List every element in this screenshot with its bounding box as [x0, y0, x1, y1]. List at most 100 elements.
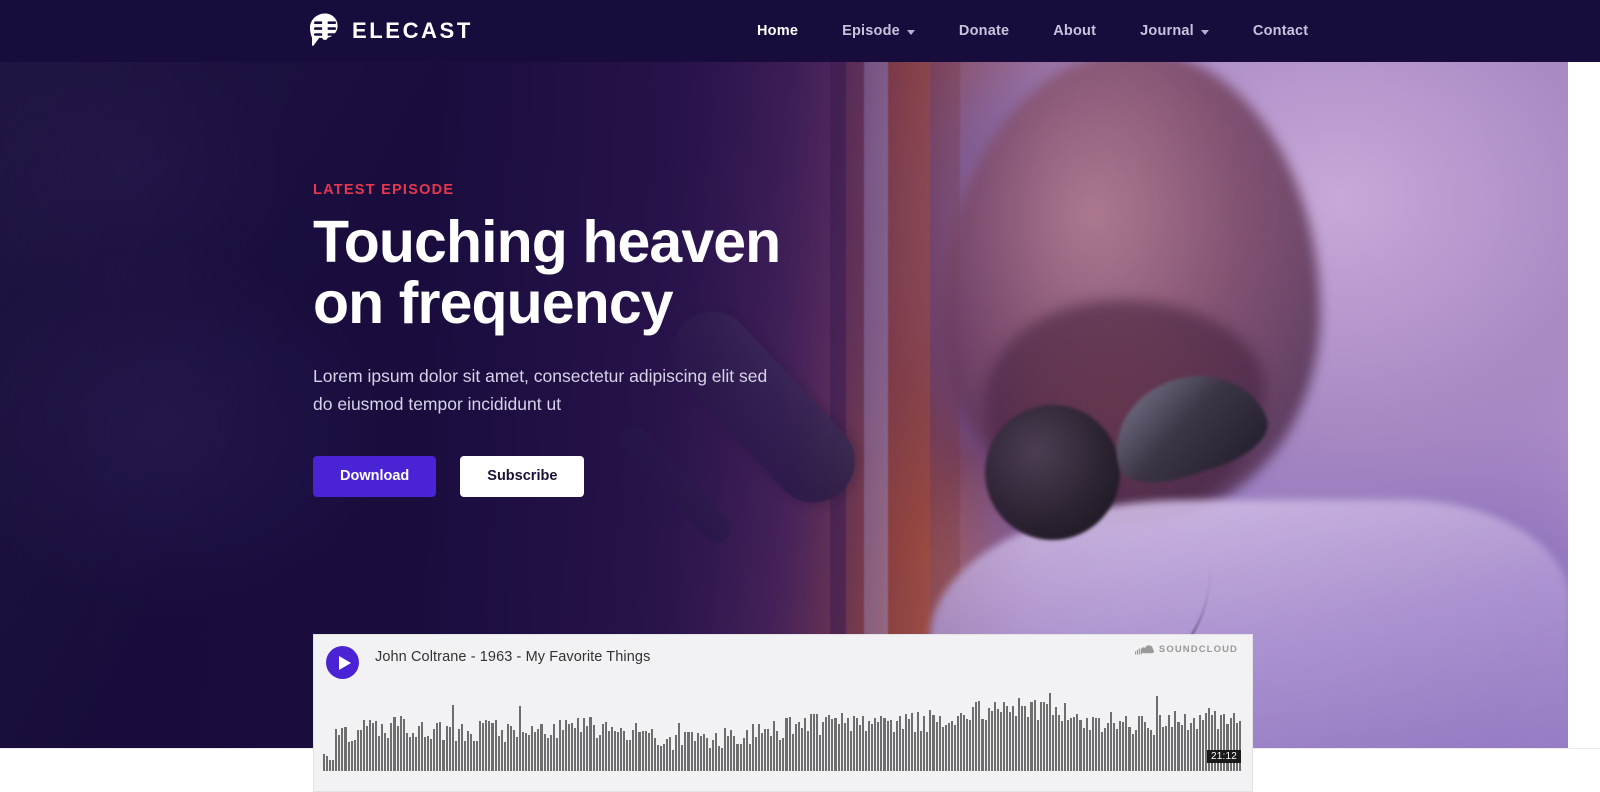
waveform-bar	[739, 744, 742, 771]
waveform-bar	[996, 709, 999, 771]
waveform-bar	[1100, 732, 1103, 771]
waveform-bar	[1113, 723, 1116, 771]
nav-item-episode[interactable]: Episode	[820, 23, 937, 39]
waveform-bar	[405, 732, 408, 771]
waveform-bar	[1042, 702, 1045, 771]
waveform-bar	[1162, 727, 1165, 771]
waveform-bar	[479, 720, 482, 771]
waveform-bar	[574, 728, 577, 771]
soundcloud-branding[interactable]: SOUNDCLOUD	[1134, 644, 1238, 655]
waveform-bar	[1168, 714, 1171, 771]
waveform-bar	[638, 731, 641, 771]
waveform-bar	[1128, 727, 1131, 771]
waveform-bar	[1070, 717, 1073, 771]
waveform-bar	[947, 722, 950, 771]
waveform-bar	[421, 721, 424, 771]
waveform-bar	[944, 724, 947, 771]
waveform-bar	[809, 713, 812, 771]
waveform-bar	[1180, 725, 1183, 771]
waveform-bar	[1140, 715, 1143, 771]
nav-item-about[interactable]: About	[1031, 23, 1118, 39]
waveform-bar	[613, 730, 616, 771]
waveform-bar	[920, 730, 923, 771]
waveform-bar	[359, 730, 362, 771]
waveform-bar	[1024, 706, 1027, 771]
waveform-bar	[335, 728, 338, 771]
waveform-bar	[494, 720, 497, 771]
waveform-area[interactable]: 21:12	[323, 693, 1243, 771]
nav-item-home[interactable]: Home	[735, 23, 820, 39]
site-header: ELECAST Home Episode Donate About Journa…	[0, 0, 1600, 62]
waveform-bar	[375, 721, 378, 771]
waveform-bar	[1119, 720, 1122, 771]
waveform-bar	[460, 723, 463, 771]
waveform[interactable]	[323, 693, 1243, 771]
waveform-bar	[1146, 727, 1149, 771]
waveform-bar	[1143, 721, 1146, 771]
nav-item-donate[interactable]: Donate	[937, 23, 1031, 39]
waveform-bar	[840, 712, 843, 771]
waveform-bar	[463, 740, 466, 771]
waveform-bar	[675, 734, 678, 771]
waveform-bar	[436, 722, 439, 771]
waveform-bar	[779, 740, 782, 771]
waveform-bar	[1103, 727, 1106, 771]
waveform-bar	[1195, 729, 1198, 771]
waveform-bar	[956, 716, 959, 771]
waveform-bar	[1030, 702, 1033, 771]
chevron-down-icon	[906, 29, 915, 35]
waveform-bar	[1137, 715, 1140, 771]
waveform-bar	[849, 731, 852, 771]
download-button[interactable]: Download	[313, 455, 437, 497]
waveform-bar	[414, 737, 417, 771]
waveform-bar	[390, 722, 393, 771]
waveform-bar	[1082, 728, 1085, 771]
subscribe-button[interactable]: Subscribe	[460, 455, 585, 497]
waveform-bar	[433, 728, 436, 771]
waveform-bar	[1174, 711, 1177, 771]
waveform-bar	[561, 730, 564, 771]
microphone-speech-bubble-icon	[310, 13, 338, 46]
player-header: John Coltrane - 1963 - My Favorite Thing…	[314, 635, 1252, 679]
nav-item-journal[interactable]: Journal	[1118, 23, 1231, 39]
play-icon	[338, 655, 351, 670]
waveform-bar	[1165, 725, 1168, 771]
nav-label: About	[1053, 23, 1097, 39]
brand-logo[interactable]: ELECAST	[310, 12, 473, 50]
waveform-bar	[540, 724, 543, 771]
waveform-bar	[598, 734, 601, 771]
waveform-bar	[858, 725, 861, 771]
waveform-bar	[393, 716, 396, 771]
waveform-bar	[831, 719, 834, 771]
waveform-bar	[384, 732, 387, 771]
waveform-bar	[555, 737, 558, 771]
waveform-bar	[1183, 714, 1186, 771]
waveform-bar	[926, 731, 929, 771]
waveform-bar	[1027, 717, 1030, 771]
waveform-bar	[718, 745, 721, 771]
play-button[interactable]	[326, 646, 359, 679]
waveform-bar	[1018, 698, 1021, 771]
nav-item-contact[interactable]: Contact	[1231, 23, 1330, 39]
waveform-bar	[1159, 715, 1162, 771]
hero-title-line-2: on frequency	[313, 270, 674, 337]
waveform-bar	[362, 719, 365, 771]
waveform-bar	[1045, 703, 1048, 771]
waveform-bar	[767, 728, 770, 771]
waveform-bar	[552, 723, 555, 771]
waveform-bar	[776, 731, 779, 771]
waveform-bar	[430, 739, 433, 771]
waveform-bar	[381, 724, 384, 771]
waveform-bar	[907, 719, 910, 771]
waveform-bar	[1091, 717, 1094, 771]
waveform-bar	[338, 734, 341, 771]
waveform-bar	[1235, 722, 1238, 771]
waveform-bar	[1107, 722, 1110, 771]
waveform-bar	[1012, 705, 1015, 771]
waveform-bar	[1094, 717, 1097, 771]
waveform-bar	[1005, 706, 1008, 771]
waveform-bar	[923, 716, 926, 771]
waveform-bar	[506, 723, 509, 771]
waveform-bar	[1110, 711, 1113, 771]
waveform-bar	[515, 736, 518, 771]
